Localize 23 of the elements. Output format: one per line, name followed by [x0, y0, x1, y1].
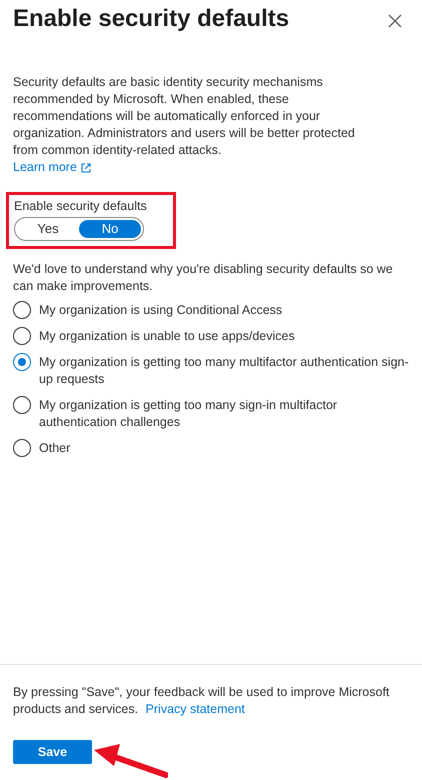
- radio-button[interactable]: [13, 396, 31, 414]
- survey-prompt: We'd love to understand why you're disabling security defaults so we can make improvements.: [13, 261, 394, 295]
- description-text: Security defaults are basic identity security mechanisms recommended by Microsoft. When enabled, these recommendations will be automatically enforced in your organization. Administrators and users will be better protected from common identity-related attacks.: [13, 74, 356, 159]
- save-button[interactable]: Save: [13, 740, 92, 764]
- toggle-option[interactable]: Yes: [17, 220, 79, 238]
- external-link-icon: [80, 162, 91, 172]
- option-label[interactable]: Other: [39, 439, 70, 457]
- radio-button[interactable]: [13, 301, 31, 319]
- learn-more-link[interactable]: Learn more: [13, 159, 91, 176]
- option-label[interactable]: My organization is using Conditional Access: [39, 301, 282, 319]
- radio-button[interactable]: [13, 327, 31, 345]
- privacy-statement-link[interactable]: Privacy statement: [146, 702, 245, 716]
- yes-no-toggle[interactable]: Yes No: [14, 217, 144, 241]
- option-label[interactable]: My organization is unable to use apps/devices: [39, 327, 295, 345]
- feedback-notice: By pressing "Save", your feedback will be used to improve Microsoft products and services. Privacy statement: [13, 684, 390, 718]
- toggle-option[interactable]: No: [79, 220, 141, 238]
- option-label[interactable]: My organization is getting too many sign-in multifactor authentication challenges: [39, 396, 409, 431]
- toggle-label: Enable security defaults: [14, 198, 148, 215]
- option-label[interactable]: My organization is getting too many multifactor authentication sign-up requests: [39, 353, 409, 388]
- close-icon[interactable]: [388, 14, 402, 28]
- panel-title: Enable security defaults: [13, 4, 290, 34]
- radio-button[interactable]: [13, 439, 31, 457]
- radio-button[interactable]: [13, 353, 31, 371]
